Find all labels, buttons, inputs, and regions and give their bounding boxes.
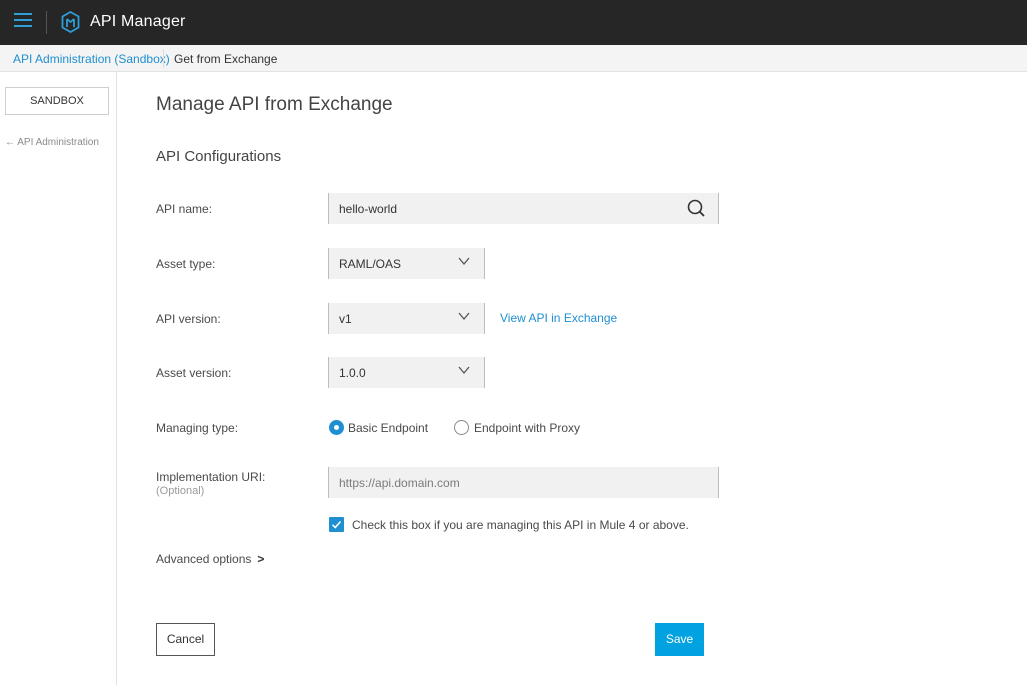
chevron-down-icon <box>458 366 470 375</box>
implementation-uri-placeholder: https://api.domain.com <box>339 476 460 490</box>
section-title: API Configurations <box>156 148 282 165</box>
asset-version-value: 1.0.0 <box>339 366 366 380</box>
top-bar: API Manager <box>0 0 1027 45</box>
endpoint-with-proxy-radio[interactable] <box>454 420 469 435</box>
basic-endpoint-label[interactable]: Basic Endpoint <box>348 421 428 435</box>
managing-type-label: Managing type: <box>156 421 239 435</box>
endpoint-with-proxy-label[interactable]: Endpoint with Proxy <box>474 421 580 435</box>
advanced-options-toggle[interactable]: Advanced options > <box>156 552 264 566</box>
advanced-options-label: Advanced options <box>156 552 252 566</box>
hamburger-menu-icon[interactable] <box>14 13 32 31</box>
back-to-api-administration-link[interactable]: ← API Administration <box>5 137 99 148</box>
search-icon[interactable] <box>686 198 706 218</box>
api-name-label: API name: <box>156 202 213 216</box>
implementation-uri-field[interactable]: https://api.domain.com <box>328 467 719 498</box>
sidebar: SANDBOX ← API Administration <box>0 72 117 685</box>
basic-endpoint-radio[interactable] <box>329 420 344 435</box>
api-name-value: hello-world <box>339 202 398 216</box>
api-version-select[interactable]: v1 <box>328 303 485 334</box>
cancel-button[interactable]: Cancel <box>156 623 215 656</box>
api-version-value: v1 <box>339 312 352 326</box>
checkmark-icon <box>331 520 342 529</box>
asset-type-select[interactable]: RAML/OAS <box>328 248 485 279</box>
asset-version-select[interactable]: 1.0.0 <box>328 357 485 388</box>
breadcrumb: API Administration (Sandbox) Get from Ex… <box>0 45 1027 72</box>
save-button[interactable]: Save <box>655 623 704 656</box>
mule4-checkbox[interactable] <box>329 517 344 532</box>
asset-version-label: Asset version: <box>156 366 232 380</box>
implementation-uri-label-text: Implementation URI: <box>156 470 266 484</box>
api-name-search-field[interactable]: hello-world <box>328 193 719 224</box>
mule4-checkbox-label[interactable]: Check this box if you are managing this … <box>352 518 689 532</box>
chevron-down-icon <box>458 312 470 321</box>
topbar-divider <box>46 11 47 34</box>
app-title: API Manager <box>90 13 186 30</box>
breadcrumb-current: Get from Exchange <box>174 52 278 66</box>
asset-type-value: RAML/OAS <box>339 257 402 271</box>
chevron-right-icon: > <box>257 552 265 566</box>
api-manager-logo-icon <box>61 11 80 33</box>
api-version-label: API version: <box>156 312 221 326</box>
main-content: Manage API from Exchange API Configurati… <box>117 72 1027 685</box>
asset-type-label: Asset type: <box>156 257 216 271</box>
optional-hint: (Optional) <box>156 485 205 497</box>
implementation-uri-label: Implementation URI: (Optional) <box>156 470 265 497</box>
breadcrumb-separator <box>163 49 164 68</box>
environment-selector[interactable]: SANDBOX <box>5 87 109 115</box>
chevron-down-icon <box>458 257 470 266</box>
breadcrumb-parent-link[interactable]: API Administration (Sandbox) <box>13 52 170 66</box>
view-api-in-exchange-link[interactable]: View API in Exchange <box>500 311 617 325</box>
page-title: Manage API from Exchange <box>156 94 393 115</box>
